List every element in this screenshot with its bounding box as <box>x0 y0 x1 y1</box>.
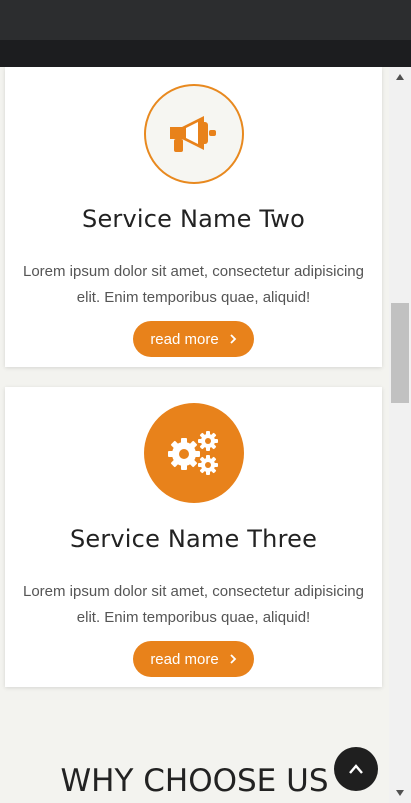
page-content: Service Name Two Lorem ipsum dolor sit a… <box>0 67 389 803</box>
service-description: Lorem ipsum dolor sit amet, consectetur … <box>23 263 364 306</box>
read-more-label: read more <box>150 650 219 668</box>
scroll-thumb[interactable] <box>391 303 409 403</box>
chevron-up-icon <box>349 764 363 774</box>
header-strip <box>0 40 411 67</box>
scroll-up-arrow[interactable] <box>389 67 411 87</box>
caret-up-icon <box>396 74 404 80</box>
read-more-button[interactable]: read more <box>133 641 254 677</box>
scroll-down-arrow[interactable] <box>389 783 411 803</box>
section-heading: WHY CHOOSE US <box>60 763 329 799</box>
scrollbar[interactable] <box>389 67 411 803</box>
service-description: Lorem ipsum dolor sit amet, consectetur … <box>23 583 364 626</box>
chevron-right-icon <box>230 334 236 344</box>
caret-down-icon <box>396 790 404 796</box>
chevron-right-icon <box>230 654 236 664</box>
service-card: Service Name Three Lorem ipsum dolor sit… <box>5 387 382 687</box>
service-title: Service Name Three <box>69 525 318 553</box>
read-more-button[interactable]: read more <box>133 321 254 357</box>
gears-icon <box>168 431 218 475</box>
top-navigation-bar <box>0 0 411 40</box>
service-card: Service Name Two Lorem ipsum dolor sit a… <box>5 67 382 367</box>
megaphone-icon <box>170 116 216 152</box>
service-icon-circle <box>144 403 244 503</box>
service-title: Service Name Two <box>82 205 305 233</box>
read-more-label: read more <box>150 330 219 348</box>
service-icon-circle <box>144 84 244 184</box>
back-to-top-button[interactable] <box>334 747 378 791</box>
